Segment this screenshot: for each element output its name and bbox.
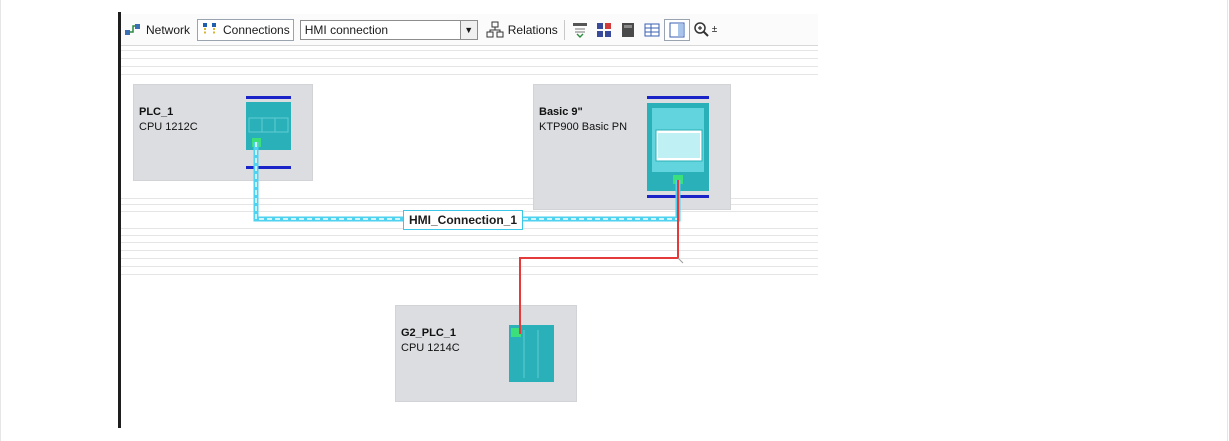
network-graphics — [246, 96, 709, 382]
hmi-connection-label[interactable]: HMI_Connection_1 — [403, 210, 524, 230]
rail-top — [647, 96, 709, 99]
hmi-connection-line[interactable] — [253, 142, 681, 222]
profinet-subnet-line[interactable] — [519, 180, 679, 334]
hmi-screen-content — [658, 133, 700, 158]
g2-plc-1-module[interactable] — [509, 325, 554, 382]
rail-top — [246, 96, 291, 99]
rail-bottom — [246, 166, 291, 169]
plc-1-module[interactable] — [246, 96, 291, 169]
wire-corner-mark — [677, 257, 684, 264]
